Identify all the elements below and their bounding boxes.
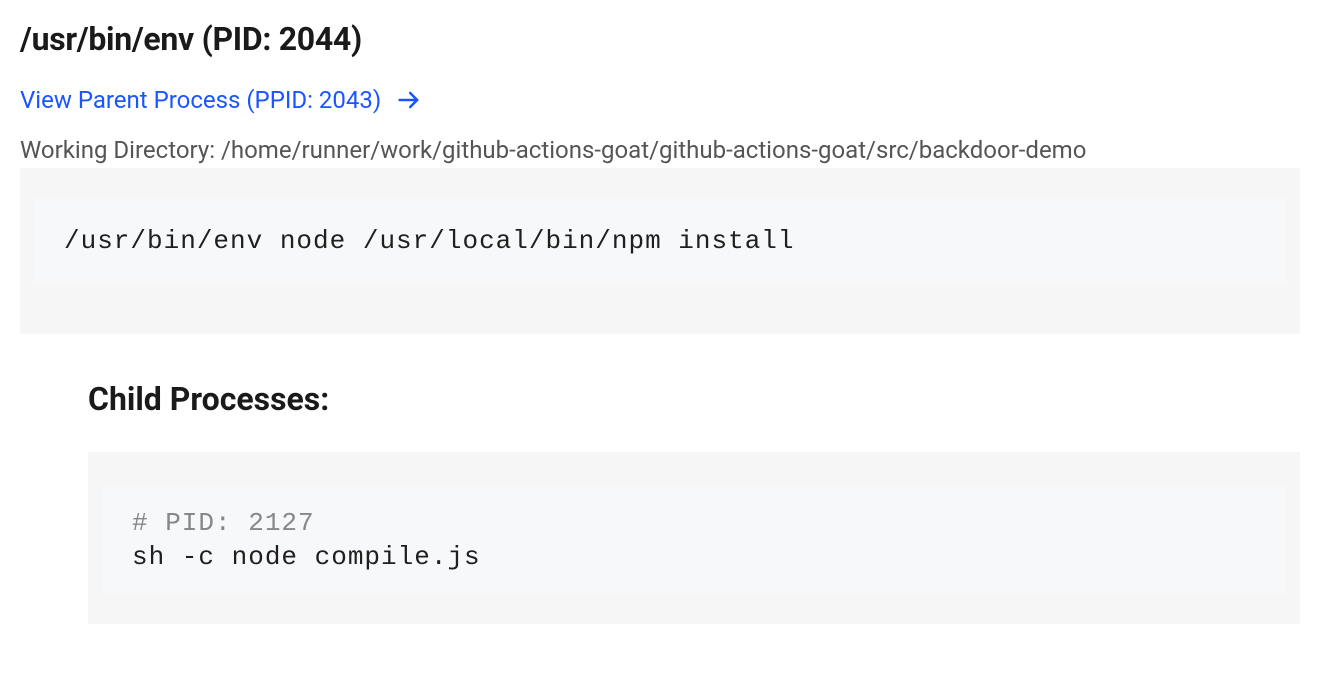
child-process-panel: # PID: 2127 sh -c node compile.js [88, 452, 1300, 624]
parent-process-link-row: View Parent Process (PPID: 2043) [20, 86, 1300, 114]
child-process-code-box: # PID: 2127 sh -c node compile.js [102, 486, 1286, 594]
view-parent-process-link[interactable]: View Parent Process (PPID: 2043) [20, 86, 381, 114]
command-code-box: /usr/bin/env node /usr/local/bin/npm ins… [34, 198, 1286, 284]
child-process-pid-line: # PID: 2127 [132, 508, 1256, 538]
arrow-right-icon [395, 86, 423, 114]
command-panel: /usr/bin/env node /usr/local/bin/npm ins… [20, 168, 1300, 334]
working-directory-label: Working Directory: /home/runner/work/git… [20, 136, 1300, 164]
child-processes-section: Child Processes: # PID: 2127 sh -c node … [20, 380, 1300, 624]
page-title: /usr/bin/env (PID: 2044) [20, 20, 1300, 58]
command-text: /usr/bin/env node /usr/local/bin/npm ins… [64, 226, 1256, 256]
child-processes-heading: Child Processes: [88, 380, 1300, 418]
child-process-cmd-line: sh -c node compile.js [132, 542, 1256, 572]
